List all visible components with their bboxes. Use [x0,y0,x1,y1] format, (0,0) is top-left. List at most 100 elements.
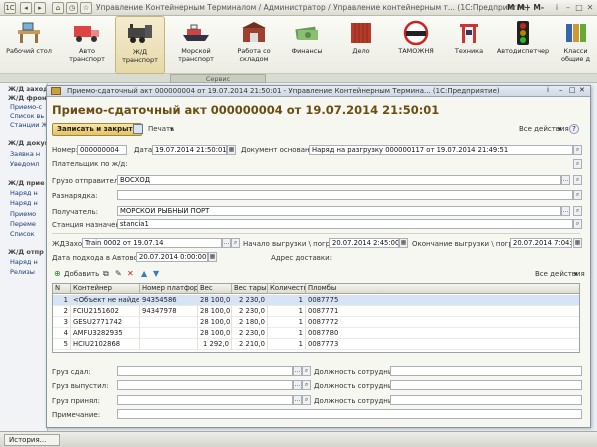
table-cell[interactable]: 0087772 [306,317,579,328]
column-header[interactable]: Контейнер [71,284,140,294]
nav-item[interactable]: Заявка н [10,150,40,158]
nav-group[interactable]: Ж/Д заход [8,85,47,93]
search-icon[interactable]: ⌕ [302,380,311,390]
section-sea[interactable]: Морской транспорт [170,16,222,74]
add-button[interactable]: Добавить [64,269,99,279]
section-finance[interactable]: Финансы [284,16,330,74]
distribution-field[interactable] [117,190,573,200]
table-cell[interactable] [140,317,198,328]
nav-item[interactable]: Приемо [10,210,36,218]
calendar-icon[interactable]: ▦ [227,145,236,155]
column-header[interactable]: Вес тары [232,284,268,294]
table-cell[interactable]: 0087775 [306,295,579,306]
table-cell[interactable] [140,339,198,350]
section-rail[interactable]: Ж/Д транспорт [115,16,165,74]
close-icon[interactable]: ✕ [585,3,595,13]
table-cell[interactable]: 2 [53,306,71,317]
search-icon[interactable]: ⌕ [573,145,582,155]
history-button[interactable]: История... [4,434,60,446]
minimize-icon[interactable]: – [563,3,573,13]
table-cell[interactable]: AMFU3282935 [71,328,140,339]
search-icon[interactable]: ⌕ [573,159,582,169]
section-machinery[interactable]: Техника [446,16,492,74]
table-cell[interactable]: 0087773 [306,339,579,350]
nav-group[interactable]: Ж/Д прие [8,179,45,187]
section-warehouse[interactable]: Работа со складом [228,16,280,74]
column-header[interactable]: N [53,284,71,294]
search-icon[interactable]: ⌕ [302,395,311,405]
info-icon[interactable]: i [547,86,549,94]
move-up-icon[interactable]: ▲ [141,269,147,279]
table-cell[interactable]: 3 [53,317,71,328]
table-cell[interactable]: 2 230,0 [232,295,268,306]
table-cell[interactable]: 1 [268,339,306,350]
recipient-field[interactable]: МОРСКОЙ РЫБНЫЙ ПОРТ [117,206,561,216]
table-cell[interactable]: HCIU2102868 [71,339,140,350]
table-cell[interactable]: FCIU2151602 [71,306,140,317]
table-cell[interactable]: 1 292,0 [198,339,232,350]
section-dispatcher[interactable]: Автодиспетчер [496,16,550,74]
save-icon[interactable] [133,124,143,134]
minimize-icon[interactable]: – [559,86,563,94]
section-case[interactable]: Дело [338,16,384,74]
calendar-icon[interactable]: ▦ [208,252,217,262]
column-header[interactable]: Вес [198,284,232,294]
home-icon[interactable]: ⌂ [52,2,64,14]
search-icon[interactable]: ⌕ [573,190,582,200]
maximize-icon[interactable]: □ [574,3,584,13]
add-icon[interactable]: ⊕ [54,269,61,279]
table-cell[interactable]: 1 [268,317,306,328]
history-icon[interactable]: ◷ [66,2,78,14]
table-cell[interactable]: 94354586 [140,295,198,306]
section-auto[interactable]: Авто транспорт [62,16,112,74]
maximize-icon[interactable]: □ [569,86,576,94]
sender-field[interactable]: ВОСХОД [117,175,561,185]
table-cell[interactable]: 5 [53,339,71,350]
table-cell[interactable]: 1 [268,295,306,306]
accepted-field[interactable] [117,395,293,405]
table-cell[interactable]: 4 [53,328,71,339]
copy-icon[interactable]: ⧉ [103,269,109,279]
nav-item[interactable]: Релизы [10,268,35,276]
chevron-down-icon[interactable]: ▾ [558,124,562,134]
table-cell[interactable]: 1 [268,328,306,339]
info-icon[interactable]: i [552,3,562,13]
number-field[interactable]: 000000004 [77,145,127,155]
nav-group[interactable]: Ж/Д отпр [8,248,44,256]
search-icon[interactable]: ⌕ [573,219,582,229]
forward-icon[interactable]: ▸ [34,2,46,14]
table-cell[interactable]: 1 [268,306,306,317]
chevron-down-icon[interactable]: ▾ [574,269,578,279]
star-icon[interactable]: ☆ [80,2,92,14]
table-cell[interactable]: 28 100,0 [198,328,232,339]
table-cell[interactable]: 2 180,0 [232,317,268,328]
section-customs[interactable]: ТАМОЖНЯ [392,16,440,74]
table-cell[interactable]: 2 230,0 [232,328,268,339]
nav-item[interactable]: Наряд н [10,258,38,266]
rail-field[interactable]: Train 0002 от 19.07.14 [82,238,222,248]
delivery-field[interactable] [325,252,580,262]
table-cell[interactable]: 28 100,0 [198,317,232,328]
select-dots-icon[interactable]: … [561,175,570,185]
nav-item[interactable]: Список [10,230,35,238]
search-icon[interactable]: ⌕ [302,366,311,376]
search-icon[interactable]: ⌕ [573,206,582,216]
calendar-icon[interactable]: ▦ [399,238,408,248]
table-cell[interactable]: 94347978 [140,306,198,317]
memory-buttons[interactable]: M M+ M- [507,3,544,12]
close-icon[interactable]: ✕ [579,86,585,94]
select-dots-icon[interactable]: … [222,238,231,248]
select-dots-icon[interactable]: … [293,380,302,390]
select-dots-icon[interactable]: … [293,395,302,405]
nav-item[interactable]: Переме [10,220,36,228]
section-desktop[interactable]: Рабочий стол [4,16,54,74]
table-cell[interactable]: 0087771 [306,306,579,317]
column-header[interactable]: Количество [268,284,306,294]
gave-field[interactable] [117,366,293,376]
help-icon[interactable]: ? [569,124,579,134]
move-down-icon[interactable]: ▼ [153,269,159,279]
table-cell[interactable]: 28 100,0 [198,306,232,317]
nav-item[interactable]: Приемо-с [10,103,42,111]
table-cell[interactable]: 0087780 [306,328,579,339]
note-field[interactable] [117,409,582,419]
